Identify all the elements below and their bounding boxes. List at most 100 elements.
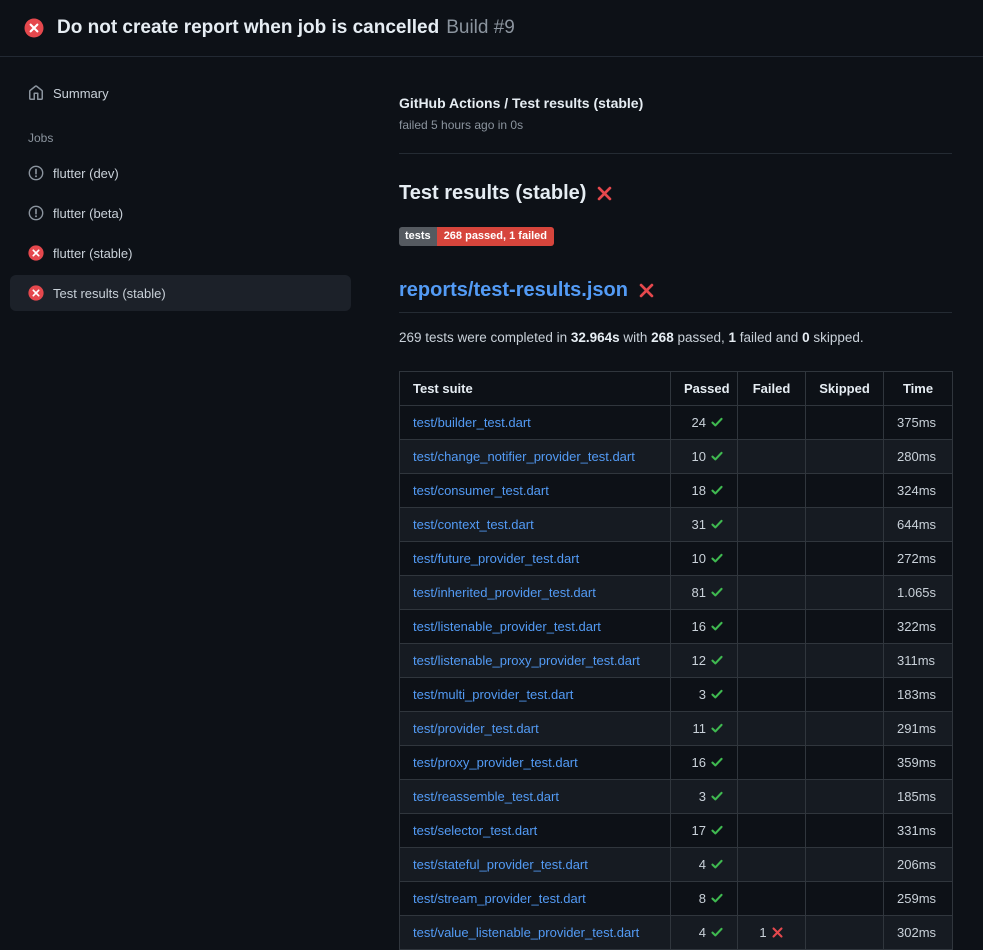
test-suite-link[interactable]: test/value_listenable_provider_test.dart	[413, 925, 639, 940]
x-icon	[638, 282, 655, 299]
page-title: Do not create report when job is cancell…	[57, 17, 439, 38]
check-icon	[710, 483, 724, 497]
test-time: 302ms	[884, 916, 953, 950]
check-title: Test results (stable)	[399, 182, 952, 205]
neutral-status-icon	[28, 165, 44, 181]
test-results-table: Test suitePassedFailedSkippedTime test/b…	[399, 371, 953, 950]
check-icon	[710, 789, 724, 803]
table-row: test/value_listenable_provider_test.dart…	[400, 916, 953, 950]
table-row: test/multi_provider_test.dart3183ms	[400, 678, 953, 712]
table-row: test/listenable_provider_test.dart 16 322m…	[400, 610, 953, 644]
test-time: 311ms	[884, 644, 953, 678]
passed-count: 16	[692, 619, 706, 634]
summary-line: 269 tests were completed in 32.964s with…	[399, 330, 952, 345]
job-label: flutter (dev)	[53, 166, 119, 181]
neutral-status-icon	[28, 205, 44, 221]
check-icon	[710, 823, 724, 837]
test-time: 322ms	[884, 610, 953, 644]
check-icon	[710, 857, 724, 871]
test-suite-link[interactable]: test/listenable_provider_test.dart	[413, 619, 601, 634]
sidebar-item-summary[interactable]: Summary	[10, 75, 351, 111]
test-time: 259ms	[884, 882, 953, 916]
test-time: 206ms	[884, 848, 953, 882]
test-suite-link[interactable]: test/reassemble_test.dart	[413, 789, 559, 804]
passed-count: 18	[692, 483, 706, 498]
passed-count: 17	[692, 823, 706, 838]
check-icon	[710, 721, 724, 735]
test-suite-link[interactable]: test/multi_provider_test.dart	[413, 687, 573, 702]
table-row: test/provider_test.dart11291ms	[400, 712, 953, 746]
jobs-section-label: Jobs	[28, 131, 351, 145]
test-time: 280ms	[884, 440, 953, 474]
test-time: 375ms	[884, 406, 953, 440]
test-suite-link[interactable]: test/builder_test.dart	[413, 415, 531, 430]
test-table-body: test/builder_test.dart 24 375ms test/change…	[400, 406, 953, 950]
check-icon	[710, 619, 724, 633]
badge-label: tests	[399, 227, 437, 246]
test-suite-link[interactable]: test/stateful_provider_test.dart	[413, 857, 588, 872]
check-icon	[710, 653, 724, 667]
test-suite-link[interactable]: test/inherited_provider_test.dart	[413, 585, 596, 600]
table-row: test/stream_provider_test.dart8259ms	[400, 882, 953, 916]
check-icon	[710, 415, 724, 429]
test-time: 331ms	[884, 814, 953, 848]
table-row: test/stateful_provider_test.dart4206ms	[400, 848, 953, 882]
run-meta: failed 5 hours ago in 0s	[399, 118, 952, 132]
sidebar-summary-label: Summary	[53, 86, 109, 101]
test-suite-link[interactable]: test/listenable_proxy_provider_test.dart	[413, 653, 640, 668]
check-icon	[710, 517, 724, 531]
test-suite-link[interactable]: test/consumer_test.dart	[413, 483, 549, 498]
job-label: Test results (stable)	[53, 286, 166, 301]
summary-passed: 268	[651, 330, 674, 345]
column-header: Time	[884, 372, 953, 406]
table-row: test/builder_test.dart 24 375ms	[400, 406, 953, 440]
divider	[399, 153, 952, 154]
passed-count: 3	[699, 789, 706, 804]
passed-count: 81	[692, 585, 706, 600]
passed-count: 3	[699, 687, 706, 702]
test-suite-link[interactable]: test/future_provider_test.dart	[413, 551, 579, 566]
sidebar-item-job[interactable]: flutter (stable)	[10, 235, 351, 271]
table-row: test/consumer_test.dart 18 324ms	[400, 474, 953, 508]
table-row: test/listenable_proxy_provider_test.dart…	[400, 644, 953, 678]
passed-count: 24	[692, 415, 706, 430]
column-header: Passed	[671, 372, 738, 406]
x-circle-icon	[28, 285, 44, 301]
breadcrumb: GitHub Actions / Test results (stable)	[399, 95, 952, 111]
sidebar-item-job[interactable]: flutter (dev)	[10, 155, 351, 191]
test-suite-link[interactable]: test/context_test.dart	[413, 517, 534, 532]
passed-count: 16	[692, 755, 706, 770]
sidebar-item-job[interactable]: flutter (beta)	[10, 195, 351, 231]
summary-duration: 32.964s	[571, 330, 620, 345]
report-link[interactable]: reports/test-results.json	[399, 279, 628, 302]
test-time: 324ms	[884, 474, 953, 508]
x-circle-icon	[28, 245, 44, 261]
test-time: 272ms	[884, 542, 953, 576]
test-suite-link[interactable]: test/stream_provider_test.dart	[413, 891, 586, 906]
test-suite-link[interactable]: test/proxy_provider_test.dart	[413, 755, 578, 770]
passed-count: 12	[692, 653, 706, 668]
check-icon	[710, 449, 724, 463]
check-title-text: Test results (stable)	[399, 182, 586, 205]
home-icon	[28, 85, 44, 101]
test-suite-link[interactable]: test/provider_test.dart	[413, 721, 539, 736]
sidebar-item-job[interactable]: Test results (stable)	[10, 275, 351, 311]
table-row: test/proxy_provider_test.dart16359ms	[400, 746, 953, 780]
column-header: Skipped	[806, 372, 884, 406]
table-row: test/context_test.dart 31 644ms	[400, 508, 953, 542]
test-time: 644ms	[884, 508, 953, 542]
build-number: Build #9	[446, 17, 515, 38]
jobs-list: flutter (dev) flutter (beta) flutter (stab…	[10, 155, 351, 311]
check-icon	[710, 687, 724, 701]
check-run-panel: GitHub Actions / Test results (stable) f…	[399, 57, 983, 950]
check-icon	[710, 891, 724, 905]
badge-value: 268 passed, 1 failed	[437, 227, 554, 246]
passed-count: 31	[692, 517, 706, 532]
check-icon	[710, 551, 724, 565]
test-suite-link[interactable]: test/change_notifier_provider_test.dart	[413, 449, 635, 464]
table-header-row: Test suitePassedFailedSkippedTime	[400, 372, 953, 406]
test-time: 291ms	[884, 712, 953, 746]
test-suite-link[interactable]: test/selector_test.dart	[413, 823, 537, 838]
column-header: Failed	[738, 372, 806, 406]
job-label: flutter (beta)	[53, 206, 123, 221]
